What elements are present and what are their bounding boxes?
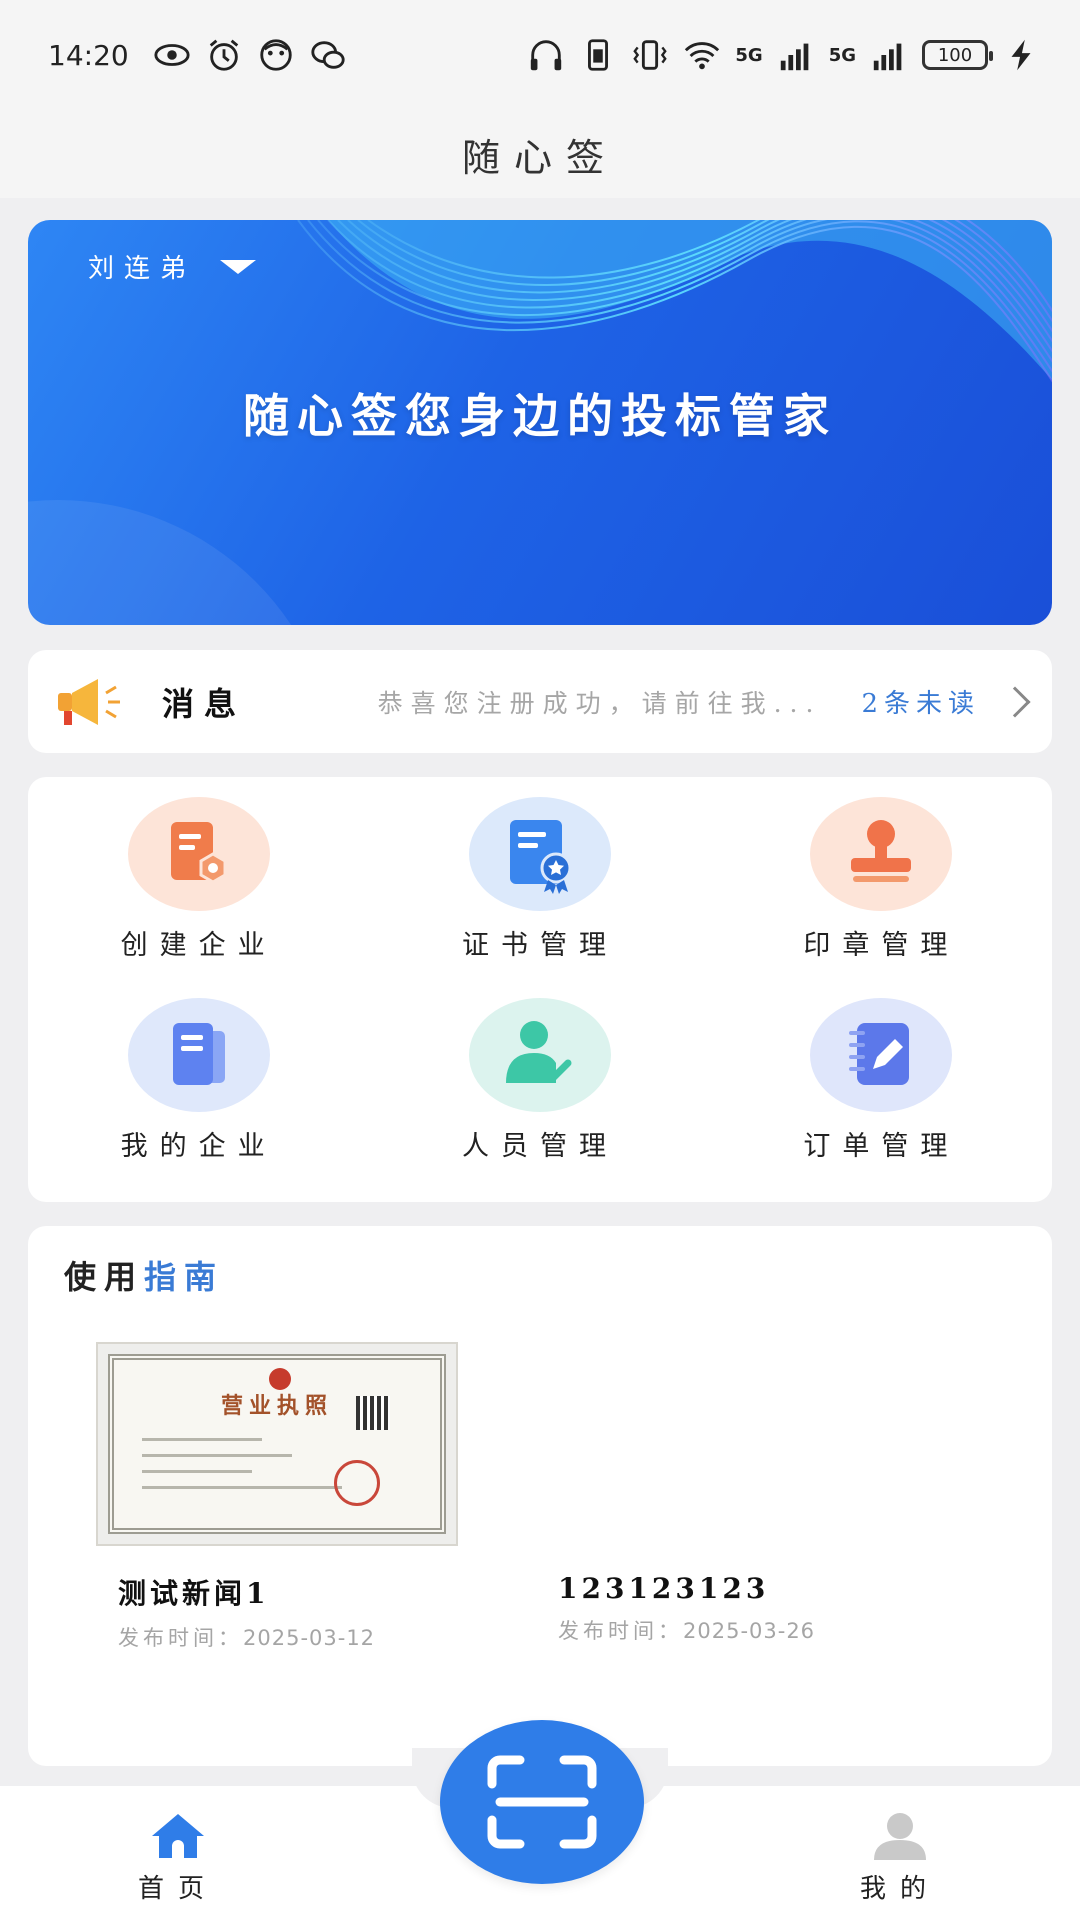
banner-slogan: 随心签您身边的投标管家	[243, 389, 837, 443]
personnel-icon-bg	[468, 997, 611, 1112]
guide-title-prefix: 使用	[64, 1258, 145, 1296]
news-title: 测试新闻1	[118, 1577, 270, 1610]
chevron-right-icon	[999, 685, 1031, 718]
license-line	[142, 1486, 342, 1489]
grid-label: 人员管理	[461, 1130, 618, 1162]
news-item[interactable]: 测试新闻1 发布时间：2025-03-12	[118, 1572, 375, 1652]
eye-icon	[153, 36, 191, 74]
unread-count: 2条未读	[861, 689, 980, 719]
sim-icon	[579, 36, 617, 74]
status-right: 5G 5G 100	[527, 36, 1040, 74]
grid-label: 证书管理	[461, 930, 618, 961]
grid-item-my-company[interactable]: 我的企业	[28, 992, 369, 1193]
grid-item-stamp[interactable]: 印章管理	[711, 791, 1052, 992]
status-left: 14:20	[48, 36, 347, 74]
wifi-icon	[683, 36, 721, 74]
news-title: 123123123	[558, 1572, 770, 1605]
hero-banner: 刘连弟 随心签您身边的投标管家	[28, 220, 1052, 625]
grid-label: 印章管理	[803, 930, 960, 961]
grid-label: 订单管理	[803, 1130, 960, 1162]
alarm-clock-icon	[205, 36, 243, 74]
news-date: 发布时间：2025-03-12	[118, 1622, 375, 1652]
license-line	[142, 1470, 252, 1473]
message-title: 消息	[162, 684, 247, 723]
guide-title-accent: 指南	[144, 1258, 225, 1296]
news-date-label: 发布时间：	[558, 1619, 683, 1643]
stamp-icon-bg	[810, 797, 953, 911]
guide-title: 使用指南	[64, 1252, 224, 1298]
my-company-icon-bg	[127, 997, 270, 1112]
news-date-label: 发布时间：	[118, 1626, 243, 1650]
scan-button[interactable]	[440, 1720, 644, 1884]
signal-bars-icon	[870, 36, 908, 74]
news-date-value: 2025-03-26	[683, 1619, 816, 1643]
qr-code-icon	[356, 1396, 390, 1430]
profile-icon	[874, 1813, 926, 1860]
license-line	[142, 1454, 292, 1457]
signal-label-1: 5G	[735, 44, 763, 66]
nav-mine[interactable]: 我的	[860, 1810, 940, 1905]
news-date-value: 2025-03-12	[243, 1626, 376, 1650]
nav-home[interactable]: 首页	[138, 1810, 218, 1905]
certificate-icon	[509, 820, 572, 894]
certificate-icon-bg	[468, 797, 611, 911]
home-icon	[152, 1814, 204, 1858]
nav-home-label: 首页	[138, 1874, 219, 1904]
vibrate-icon	[631, 36, 669, 74]
grid-label: 创建企业	[120, 930, 277, 961]
status-bar: 14:20 5G 5G 100	[0, 0, 1080, 110]
user-name: 刘连弟	[88, 254, 197, 284]
license-line	[142, 1438, 262, 1441]
license-image: 营业执照	[108, 1354, 446, 1534]
grid-item-create-company[interactable]: 创建企业	[28, 791, 369, 992]
signal-bars-icon	[777, 36, 815, 74]
stamp-icon	[851, 820, 912, 882]
charging-bolt-icon	[1002, 36, 1040, 74]
news-item[interactable]: 123123123 发布时间：2025-03-26	[558, 1572, 815, 1645]
headphones-icon	[527, 36, 565, 74]
message-bar[interactable]: 消息 恭喜您注册成功，请前往我... 2条未读	[28, 650, 1052, 753]
orders-icon-bg	[810, 997, 953, 1112]
caret-down-icon	[220, 259, 257, 274]
grid-item-certificate[interactable]: 证书管理	[369, 791, 710, 992]
create-company-icon-bg	[127, 797, 270, 911]
notebook-edit-icon	[849, 1022, 910, 1085]
megaphone-icon	[58, 678, 120, 725]
document-icon	[172, 1022, 225, 1085]
person-check-icon	[505, 1020, 572, 1083]
license-heading: 营业执照	[220, 1393, 333, 1419]
signal-label-2: 5G	[828, 44, 856, 66]
user-switcher[interactable]: 刘连弟	[88, 248, 257, 285]
app-header: 随心签	[0, 110, 1080, 198]
battery-indicator: 100	[922, 40, 993, 70]
nav-mine-label: 我的	[860, 1874, 941, 1904]
page-title: 随心签	[461, 135, 618, 180]
app-face-icon	[257, 36, 295, 74]
message-preview: 恭喜您注册成功，请前往我...	[377, 688, 822, 718]
feature-grid: 创建企业 证书管理 印章管理 我的企业 人员管理 订单管理	[28, 777, 1052, 1202]
grid-item-orders[interactable]: 订单管理	[711, 992, 1052, 1193]
wechat-icon	[309, 36, 347, 74]
emblem-icon	[269, 1368, 291, 1390]
red-stamp-icon	[334, 1460, 380, 1506]
news-thumbnail[interactable]: 营业执照	[96, 1342, 458, 1546]
user-guide-card: 使用指南 营业执照 测试新闻1 发布时间：2025-03-12 12312312…	[28, 1226, 1052, 1766]
scan-icon	[487, 1755, 597, 1849]
company-create-icon	[170, 822, 227, 884]
status-time: 14:20	[48, 38, 129, 72]
grid-label: 我的企业	[120, 1130, 277, 1162]
news-date: 发布时间：2025-03-26	[558, 1615, 815, 1645]
grid-item-personnel[interactable]: 人员管理	[369, 992, 710, 1193]
